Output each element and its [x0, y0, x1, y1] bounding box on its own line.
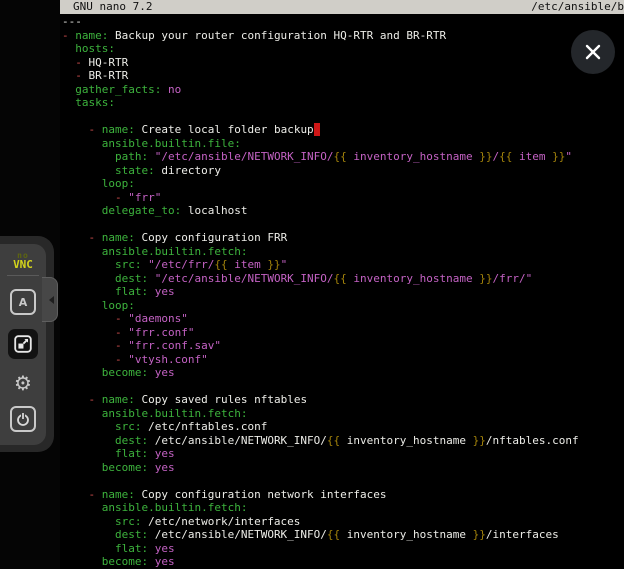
novnc-control-bar: no VNC A ⚙ [0, 244, 46, 445]
nano-app-title: GNU nano 7.2 [60, 0, 152, 14]
code-line: flat: yes [62, 447, 624, 461]
code-line: - name: Backup your router configuration… [62, 29, 624, 43]
code-line: loop: [62, 299, 624, 313]
code-line: gather_facts: no [62, 83, 624, 97]
code-line: delegate_to: localhost [62, 204, 624, 218]
code-line: state: directory [62, 164, 624, 178]
clipboard-icon: A [10, 289, 36, 315]
vnc-screen: GNU nano 7.2 /etc/ansible/b ---- name: B… [0, 0, 624, 569]
fullscreen-icon [12, 333, 34, 355]
code-line: - "frr.conf.sav" [62, 339, 624, 353]
settings-button[interactable]: ⚙ [8, 368, 38, 398]
code-line: - HQ-RTR [62, 56, 624, 70]
panel-divider [7, 275, 39, 276]
terminal-window: GNU nano 7.2 /etc/ansible/b ---- name: B… [60, 0, 624, 569]
code-line: src: /etc/nftables.conf [62, 420, 624, 434]
code-line: tasks: [62, 96, 624, 110]
power-icon [10, 406, 36, 432]
code-line: - "frr" [62, 191, 624, 205]
code-line: ansible.builtin.file: [62, 137, 624, 151]
close-icon [584, 43, 602, 61]
control-bar-handle[interactable] [42, 277, 58, 322]
code-line: - name: Create local folder backup [62, 123, 624, 137]
code-line: - name: Copy saved rules nftables [62, 393, 624, 407]
gear-icon: ⚙ [14, 373, 32, 393]
code-line: path: "/etc/ansible/NETWORK_INFO/{{ inve… [62, 150, 624, 164]
code-line: - "vtysh.conf" [62, 353, 624, 367]
code-line: loop: [62, 177, 624, 191]
code-line: become: yes [62, 366, 624, 380]
code-line: dest: "/etc/ansible/NETWORK_INFO/{{ inve… [62, 272, 624, 286]
nano-file-path: /etc/ansible/b [531, 0, 624, 14]
code-line: ansible.builtin.fetch: [62, 245, 624, 259]
code-line: - name: Copy configuration FRR [62, 231, 624, 245]
disconnect-button[interactable] [10, 406, 36, 432]
nano-titlebar: GNU nano 7.2 /etc/ansible/b [60, 0, 624, 14]
code-line: ansible.builtin.fetch: [62, 407, 624, 421]
clipboard-button[interactable]: A [10, 289, 36, 315]
code-line [62, 110, 624, 124]
code-line [62, 218, 624, 232]
text-cursor [314, 123, 321, 136]
code-line: - name: Copy configuration network inter… [62, 488, 624, 502]
code-line [62, 380, 624, 394]
code-line: become: yes [62, 461, 624, 475]
close-button[interactable] [571, 30, 615, 74]
code-line: dest: /etc/ansible/NETWORK_INFO/{{ inven… [62, 434, 624, 448]
code-line [62, 474, 624, 488]
editor-content[interactable]: ---- name: Backup your router configurat… [60, 14, 624, 569]
novnc-logo: no VNC [13, 251, 33, 269]
code-line: --- [62, 15, 624, 29]
code-line: flat: yes [62, 285, 624, 299]
code-line: hosts: [62, 42, 624, 56]
code-line: ansible.builtin.fetch: [62, 501, 624, 515]
code-line: src: "/etc/frr/{{ item }}" [62, 258, 624, 272]
code-line: src: /etc/network/interfaces [62, 515, 624, 529]
collapse-arrow-icon [49, 296, 54, 304]
code-line: - "daemons" [62, 312, 624, 326]
code-line: dest: /etc/ansible/NETWORK_INFO/{{ inven… [62, 528, 624, 542]
novnc-logo-bottom: VNC [13, 260, 33, 269]
code-line: - "frr.conf" [62, 326, 624, 340]
code-line: flat: yes [62, 542, 624, 556]
code-line: - BR-RTR [62, 69, 624, 83]
code-line: become: yes [62, 555, 624, 569]
fullscreen-button[interactable] [8, 329, 38, 359]
